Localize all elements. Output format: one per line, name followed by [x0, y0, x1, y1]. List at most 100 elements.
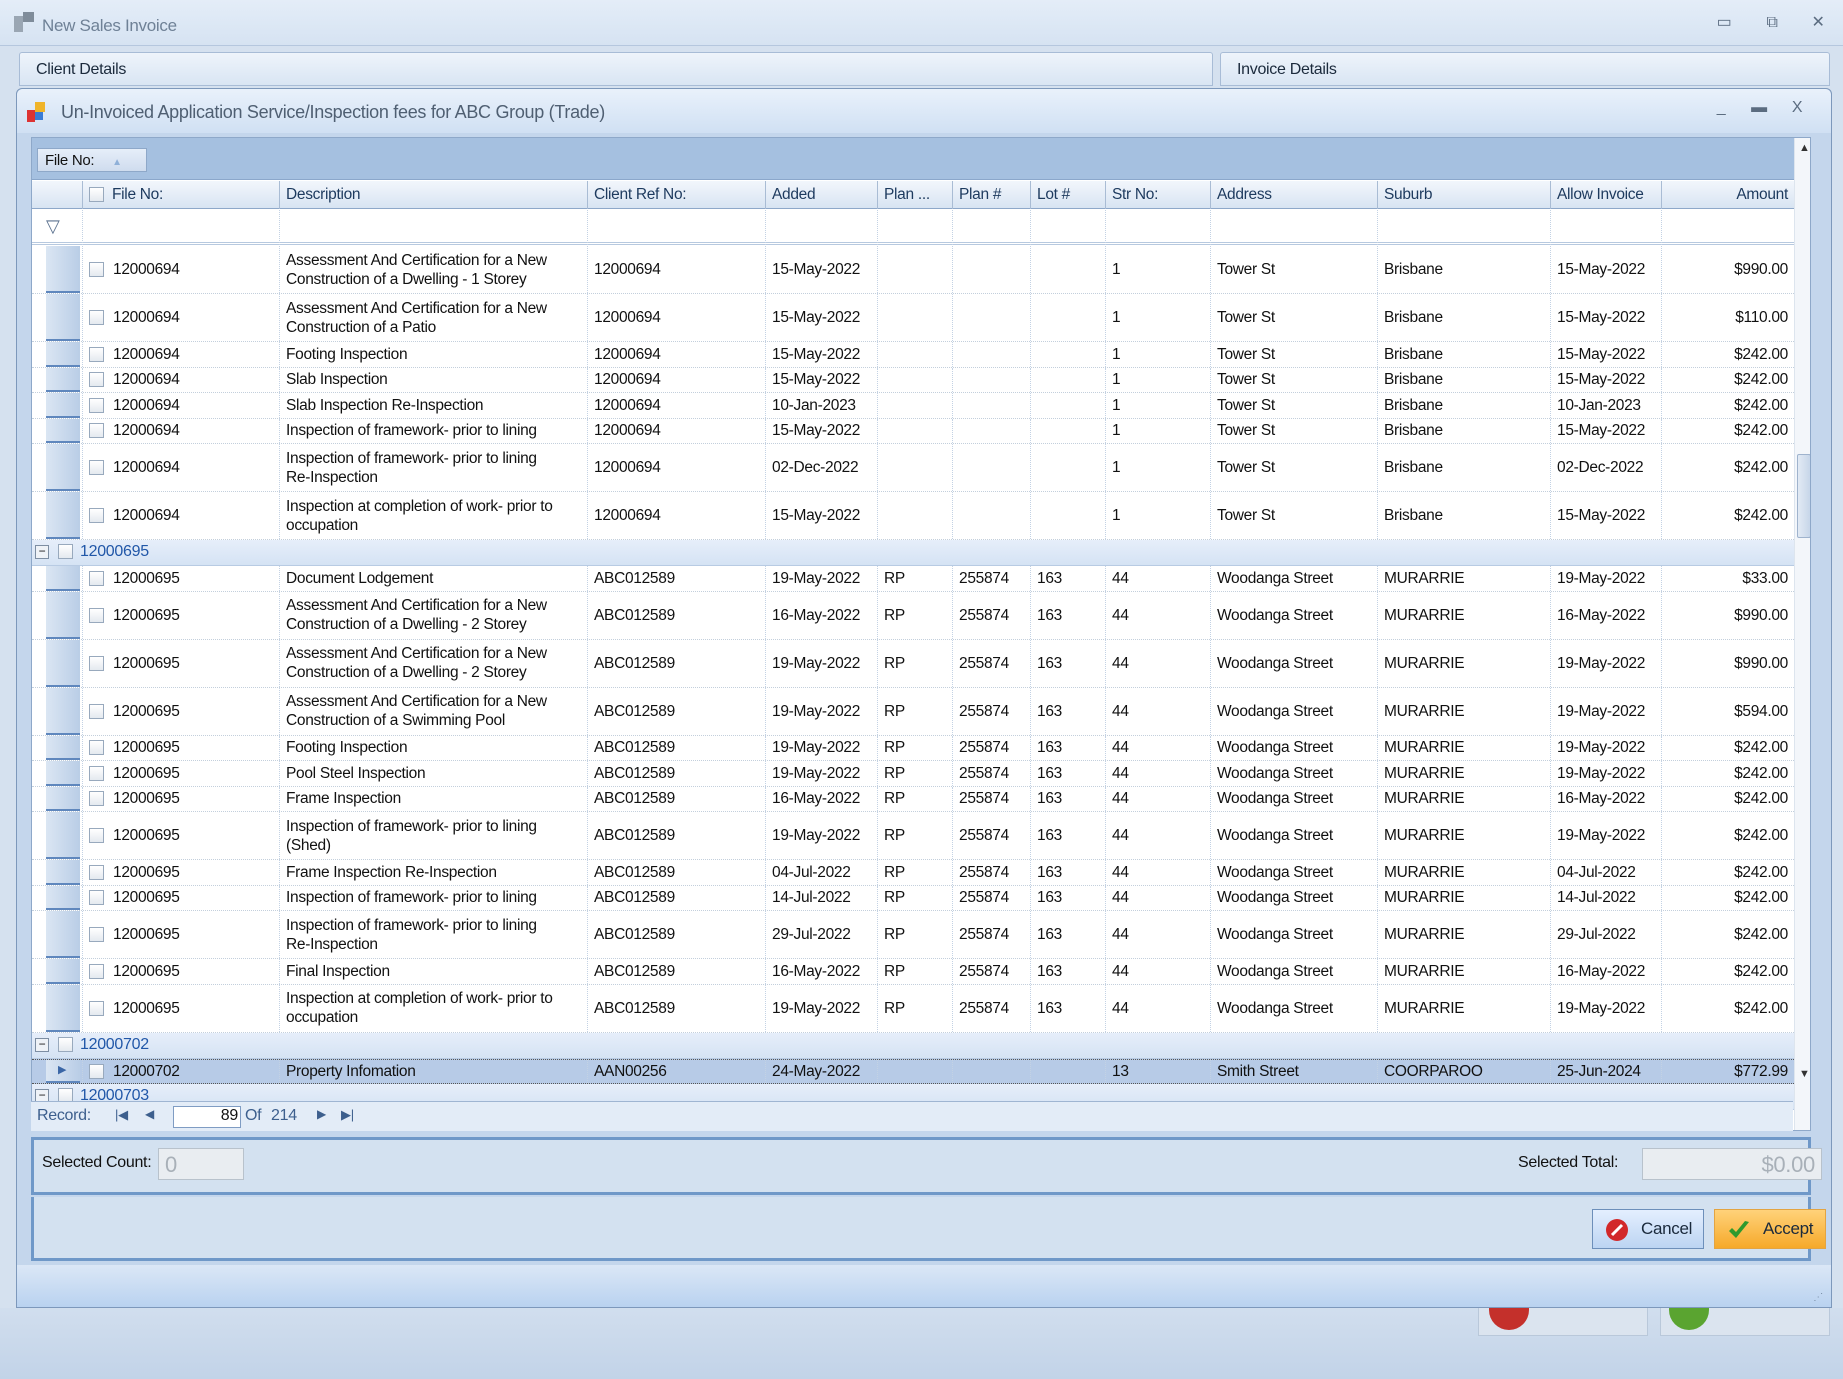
collapse-icon[interactable]: − — [35, 1037, 49, 1052]
group-row[interactable]: − 12000702 — [32, 1032, 1794, 1059]
column-header-street-number[interactable]: Str No: — [1105, 181, 1210, 209]
table-row[interactable]: ▶ 12000702 Property Infomation AAN00256 24-M… — [32, 1058, 1794, 1084]
table-row[interactable]: 12000695 Inspection of framework- prior t… — [32, 911, 1794, 959]
table-row[interactable]: 12000695 Inspection at completion of work… — [32, 984, 1794, 1033]
close-icon[interactable]: ✕ — [1808, 14, 1828, 32]
filter-cell-street-number[interactable] — [1105, 210, 1210, 245]
column-header-suburb[interactable]: Suburb — [1377, 181, 1550, 209]
group-row[interactable]: − 12000695 — [32, 540, 1794, 566]
table-row[interactable]: 12000695 Inspection of framework- prior t… — [32, 812, 1794, 860]
row-checkbox[interactable] — [89, 310, 104, 325]
row-indicator[interactable] — [46, 687, 80, 735]
row-indicator[interactable] — [46, 885, 80, 910]
row-checkbox[interactable] — [89, 607, 104, 623]
select-all-checkbox[interactable] — [89, 187, 104, 203]
row-checkbox[interactable] — [89, 828, 104, 843]
row-indicator[interactable] — [46, 294, 80, 341]
column-header-file-no[interactable]: File No: — [82, 181, 279, 209]
row-checkbox[interactable] — [89, 262, 104, 277]
row-checkbox[interactable] — [89, 791, 104, 807]
filter-cell-lot-number[interactable] — [1030, 210, 1105, 245]
table-row[interactable]: 12000694 Footing Inspection 12000694 15-May… — [32, 342, 1794, 368]
tab-client-details[interactable]: Client Details — [19, 52, 1213, 86]
filter-cell-address[interactable] — [1210, 210, 1377, 245]
row-checkbox[interactable] — [89, 570, 104, 586]
row-indicator[interactable] — [46, 761, 80, 786]
row-checkbox[interactable] — [89, 655, 104, 671]
dialog-maximize-icon[interactable]: ▬ — [1749, 99, 1769, 117]
row-checkbox[interactable] — [89, 864, 104, 880]
row-checkbox[interactable] — [89, 1063, 104, 1079]
table-row[interactable]: 12000695 Assessment And Certification for… — [32, 639, 1794, 688]
row-checkbox[interactable] — [89, 372, 104, 388]
row-indicator[interactable] — [46, 735, 80, 760]
filter-row[interactable]: ▽ — [32, 210, 1794, 245]
column-header-lot-number[interactable]: Lot # — [1030, 181, 1105, 209]
table-row[interactable]: 12000694 Inspection at completion of work… — [32, 492, 1794, 540]
row-checkbox[interactable] — [89, 508, 104, 523]
filter-cell-added[interactable] — [765, 210, 877, 245]
table-row[interactable]: 12000695 Inspection of framework- prior t… — [32, 885, 1794, 911]
row-indicator[interactable] — [46, 492, 80, 539]
row-checkbox[interactable] — [89, 703, 104, 719]
filter-cell-description[interactable] — [279, 210, 587, 245]
resize-grip-icon[interactable]: ⋰ — [1813, 1292, 1823, 1303]
filter-cell-amount[interactable] — [1661, 210, 1794, 245]
filter-cell-file-no[interactable] — [82, 210, 279, 245]
minimize-icon[interactable]: ▭ — [1714, 14, 1734, 32]
group-checkbox[interactable] — [58, 544, 73, 559]
first-record-icon[interactable]: |◀ — [115, 1107, 128, 1123]
filter-cell-allow-invoice[interactable] — [1550, 210, 1661, 245]
table-row[interactable]: 12000695 Frame Inspection ABC012589 16-May-… — [32, 786, 1794, 812]
row-indicator[interactable] — [46, 812, 80, 859]
next-record-icon[interactable]: ▶ — [317, 1107, 326, 1121]
row-checkbox[interactable] — [89, 765, 104, 781]
row-indicator[interactable] — [46, 367, 80, 392]
row-checkbox[interactable] — [89, 927, 104, 942]
table-row[interactable]: 12000695 Assessment And Certification for… — [32, 687, 1794, 736]
last-record-icon[interactable]: ▶| — [341, 1107, 354, 1123]
table-row[interactable]: 12000695 Frame Inspection Re-Inspection AB… — [32, 860, 1794, 886]
row-indicator[interactable] — [46, 786, 80, 811]
column-header-client-ref[interactable]: Client Ref No: — [587, 181, 765, 209]
table-row[interactable]: 12000695 Document Lodgement ABC012589 19-Ma… — [32, 566, 1794, 592]
table-row[interactable]: 12000695 Pool Steel Inspection ABC012589 19… — [32, 761, 1794, 787]
table-row[interactable]: 12000694 Assessment And Certification for… — [32, 294, 1794, 342]
dialog-minimize-icon[interactable]: _ — [1711, 99, 1731, 117]
column-header-allow-invoice[interactable]: Allow Invoice — [1550, 181, 1661, 209]
table-row[interactable]: 12000694 Inspection of framework- prior t… — [32, 418, 1794, 444]
filter-cell-plan-type[interactable] — [877, 210, 952, 245]
scroll-down-icon[interactable]: ▼ — [1799, 1068, 1810, 1080]
row-indicator[interactable]: ▶ — [46, 1059, 80, 1083]
row-indicator[interactable] — [46, 911, 80, 958]
record-number-input[interactable]: 89 — [173, 1106, 241, 1128]
row-checkbox[interactable] — [89, 423, 104, 439]
row-indicator[interactable] — [46, 418, 80, 443]
row-checkbox[interactable] — [89, 963, 104, 979]
row-indicator[interactable] — [46, 860, 80, 885]
cancel-button[interactable]: Cancel — [1592, 1209, 1704, 1249]
prev-record-icon[interactable]: ◀ — [145, 1107, 154, 1121]
filter-icon[interactable]: ▽ — [46, 216, 60, 237]
column-header-added[interactable]: Added — [765, 181, 877, 209]
table-row[interactable]: 12000695 Footing Inspection ABC012589 19-Ma… — [32, 735, 1794, 761]
row-indicator[interactable] — [46, 591, 80, 639]
group-chip-file-no[interactable]: File No: ▲ — [37, 148, 147, 172]
table-row[interactable]: 12000694 Slab Inspection Re-Inspection 120… — [32, 393, 1794, 419]
row-indicator[interactable] — [46, 959, 80, 984]
filter-cell-client-ref[interactable] — [587, 210, 765, 245]
filter-cell-suburb[interactable] — [1377, 210, 1550, 245]
table-row[interactable]: 12000694 Slab Inspection 12000694 15-May-20… — [32, 367, 1794, 393]
row-indicator[interactable] — [46, 639, 80, 687]
column-header-plan-number[interactable]: Plan # — [952, 181, 1030, 209]
filter-cell-plan-number[interactable] — [952, 210, 1030, 245]
table-row[interactable]: 12000695 Assessment And Certification for… — [32, 591, 1794, 640]
row-checkbox[interactable] — [89, 890, 104, 906]
table-row[interactable]: 12000694 Inspection of framework- prior t… — [32, 444, 1794, 492]
row-indicator[interactable] — [46, 444, 80, 491]
row-checkbox[interactable] — [89, 346, 104, 362]
column-header-description[interactable]: Description — [279, 181, 587, 209]
table-row[interactable]: 12000695 Final Inspection ABC012589 16-May-… — [32, 959, 1794, 985]
group-checkbox[interactable] — [58, 1036, 73, 1052]
accept-button[interactable]: Accept — [1714, 1209, 1826, 1249]
